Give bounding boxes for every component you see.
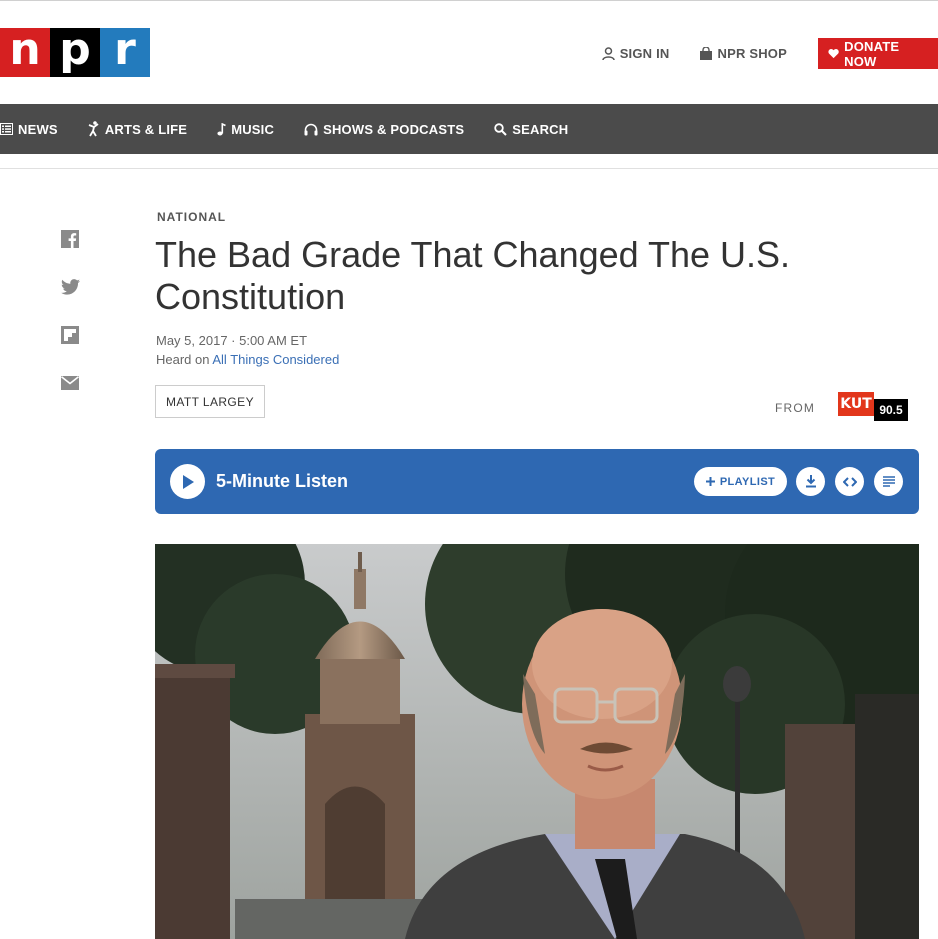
npr-shop-label: NPR SHOP	[717, 46, 787, 61]
donate-label: DONATE NOW	[844, 38, 900, 69]
nav-item-search[interactable]: SEARCH	[494, 122, 568, 137]
top-border	[0, 0, 938, 1]
npr-logo[interactable]: n p r	[0, 27, 150, 77]
main-nav: NEWS ARTS & LIFE MUSIC SHOWS & PODCASTS …	[0, 104, 938, 154]
nav-label-news: NEWS	[18, 121, 58, 137]
headphones-icon	[304, 123, 318, 135]
arts-icon	[88, 121, 99, 137]
audio-player: 5-Minute Listen PLAYLIST	[155, 449, 919, 514]
npr-shop-link[interactable]: NPR SHOP	[700, 46, 787, 61]
program-link[interactable]: All Things Considered	[212, 352, 339, 367]
heard-on-prefix: Heard on	[156, 352, 213, 367]
embed-icon	[842, 476, 857, 487]
logo-letter-p: p	[50, 27, 100, 77]
shopping-bag-icon	[700, 47, 713, 60]
sign-in-link[interactable]: SIGN IN	[601, 46, 670, 61]
facebook-share[interactable]	[60, 229, 80, 249]
logo-letter-r: r	[100, 27, 150, 77]
facebook-icon	[61, 230, 79, 248]
nav-item-shows-podcasts[interactable]: SHOWS & PODCASTS	[304, 122, 464, 137]
email-share[interactable]	[60, 373, 80, 393]
email-icon	[61, 376, 79, 390]
nav-label-search: SEARCH	[512, 121, 569, 137]
lead-photo[interactable]	[155, 544, 919, 939]
station-name: KUT	[838, 392, 874, 416]
utility-links: SIGN IN NPR SHOP DONATE NOW	[601, 38, 938, 69]
logo-letter-n: n	[0, 27, 50, 77]
from-label: FROM	[775, 401, 816, 415]
section-slug[interactable]: NATIONAL	[157, 210, 226, 224]
photo-graphic	[155, 544, 919, 939]
music-note-icon	[217, 122, 227, 135]
publish-date: May 5, 2017 · 5:00 AM ET	[156, 333, 308, 348]
play-button[interactable]	[170, 464, 205, 499]
twitter-share[interactable]	[60, 277, 80, 297]
add-to-playlist-button[interactable]: PLAYLIST	[694, 467, 787, 496]
download-button[interactable]	[796, 467, 825, 496]
nav-item-arts-life[interactable]: ARTS & LIFE	[88, 121, 187, 137]
flipboard-share[interactable]	[60, 325, 80, 345]
nav-label-music: MUSIC	[231, 121, 275, 137]
nav-item-news[interactable]: NEWS	[0, 122, 58, 137]
sign-in-label: SIGN IN	[619, 46, 670, 61]
playlist-label: PLAYLIST	[719, 475, 776, 488]
play-icon	[182, 474, 194, 489]
heard-on: Heard on All Things Considered	[156, 352, 339, 367]
author-byline[interactable]: MATT LARGEY	[155, 385, 265, 418]
audio-duration-label: 5-Minute Listen	[216, 471, 349, 491]
nav-label-shows-podcasts: SHOWS & PODCASTS	[323, 121, 465, 137]
nav-label-arts-life: ARTS & LIFE	[104, 121, 188, 137]
plus-icon	[705, 477, 715, 486]
news-icon	[0, 123, 13, 135]
twitter-icon	[60, 279, 80, 295]
transcript-icon	[882, 476, 895, 487]
download-icon	[805, 475, 816, 488]
station-logo[interactable]: KUT 90.5	[838, 392, 908, 422]
search-icon	[494, 122, 507, 136]
station-frequency: 90.5	[874, 399, 908, 421]
embed-button[interactable]	[835, 467, 864, 496]
header-divider	[0, 168, 938, 169]
article-title: The Bad Grade That Changed The U.S. Cons…	[155, 234, 791, 317]
user-icon	[601, 46, 615, 60]
donate-button[interactable]: DONATE NOW	[818, 38, 938, 69]
nav-item-music[interactable]: MUSIC	[217, 122, 274, 137]
transcript-button[interactable]	[874, 467, 903, 496]
flipboard-icon	[61, 326, 79, 344]
heart-icon	[828, 49, 839, 59]
